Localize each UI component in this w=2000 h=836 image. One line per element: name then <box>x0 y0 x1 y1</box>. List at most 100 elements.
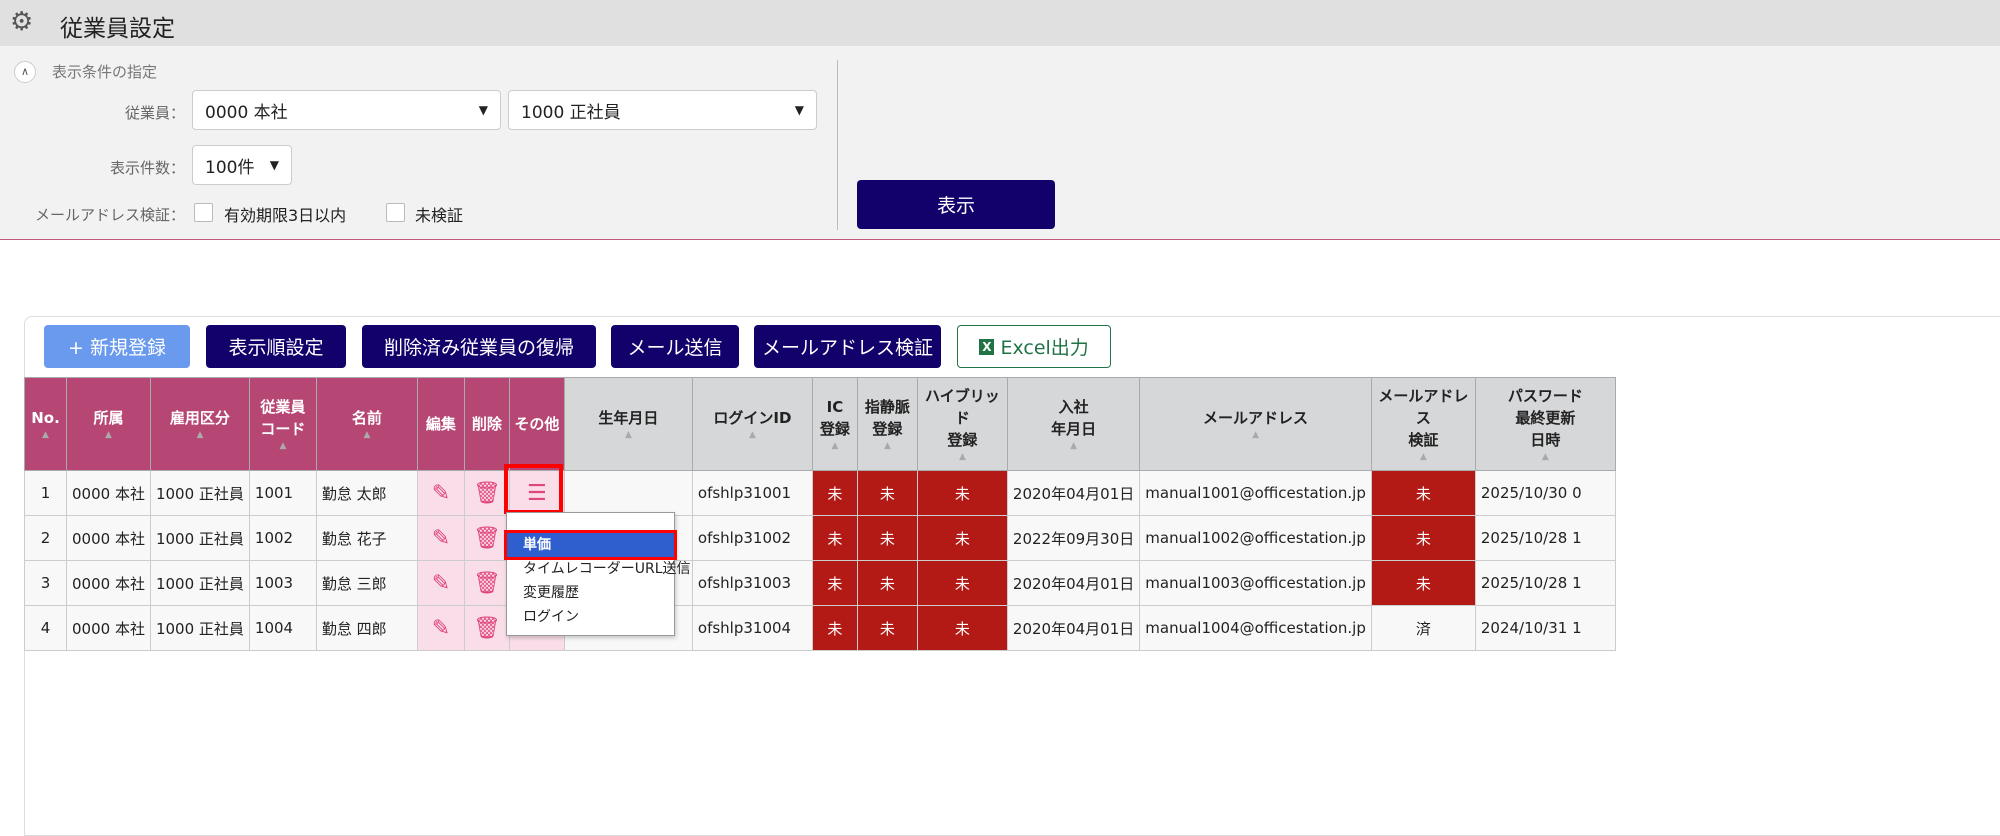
table-row: 40000 本社1000 正社員1004勤怠 四郎✎🗑☰ofshlp31004未… <box>24 605 1616 651</box>
cell-code: 1002 <box>248 515 317 561</box>
collapse-toggle-icon[interactable]: ∧ <box>14 61 36 83</box>
excel-export-button[interactable]: X Excel出力 <box>957 325 1111 368</box>
table-row: 30000 本社1000 正社員1003勤怠 三郎✎🗑☰ofshlp31003未… <box>24 560 1616 606</box>
edit-button[interactable]: ✎ <box>416 515 465 561</box>
chevron-down-icon: ▼ <box>794 103 804 117</box>
col-birth[interactable]: 生年月日 ▲ <box>563 377 693 471</box>
col-name[interactable]: 名前 ▲ <box>315 377 418 471</box>
col-joined[interactable]: 入社 年月日 ▲ <box>1006 377 1141 471</box>
cell-no: 3 <box>24 560 67 606</box>
cell-vein: 未 <box>856 515 918 561</box>
cell-hybrid: 未 <box>916 605 1008 651</box>
employee-table: No. ▲ 所属 ▲ 雇用区分 ▲ 従業員 コード ▲ 名前 ▲ 編集 削除 その他 生年月… <box>24 377 1616 651</box>
pencil-icon: ✎ <box>431 570 451 596</box>
cell-code: 1001 <box>248 470 317 516</box>
cell-office: 0000 本社 <box>66 515 151 561</box>
verify-email-button[interactable]: メールアドレス検証 <box>754 325 941 368</box>
count-label: 表示件数： <box>109 159 185 177</box>
cell-office: 0000 本社 <box>66 560 151 606</box>
show-button[interactable]: 表示 <box>857 180 1055 229</box>
highlight-box <box>504 464 563 514</box>
trash-icon: 🗑 <box>472 570 501 596</box>
unverified-checkbox[interactable] <box>386 203 405 222</box>
cell-code: 1004 <box>248 605 317 651</box>
unverified-checkbox-label[interactable]: 未検証 <box>415 202 463 226</box>
edit-button[interactable]: ✎ <box>416 470 465 516</box>
pencil-icon: ✎ <box>431 615 451 641</box>
edit-button[interactable]: ✎ <box>416 605 465 651</box>
cell-office: 0000 本社 <box>66 470 151 516</box>
cell-ic: 未 <box>811 515 858 561</box>
display-order-button[interactable]: 表示順設定 <box>206 325 346 368</box>
menu-item-history[interactable]: 変更履歴 <box>507 581 674 605</box>
office-select[interactable]: 0000 本社 ▼ <box>192 90 501 130</box>
table-row: 20000 本社1000 正社員1002勤怠 花子✎🗑☰日ofshlp31002… <box>24 515 1616 561</box>
edit-button[interactable]: ✎ <box>416 560 465 606</box>
count-select[interactable]: 100件 ▼ <box>192 145 292 185</box>
cell-login: ofshlp31001 <box>691 470 813 516</box>
col-ic[interactable]: IC 登録 ▲ <box>811 377 858 471</box>
cell-joined: 2020年04月01日 <box>1006 470 1141 516</box>
col-email[interactable]: メールアドレス ▲ <box>1139 377 1372 471</box>
menu-item-unit-price[interactable]: 単価 <box>504 530 677 560</box>
excel-icon: X <box>979 338 995 355</box>
cell-joined: 2020年04月01日 <box>1006 605 1141 651</box>
filter-section-label[interactable]: 表示条件の指定 <box>52 61 157 82</box>
trash-icon: 🗑 <box>472 525 501 551</box>
cell-password: 2025/10/28 1 <box>1474 560 1616 606</box>
delete-button[interactable]: 🗑 <box>463 605 510 651</box>
cell-type: 1000 正社員 <box>149 560 250 606</box>
col-code[interactable]: 従業員 コード ▲ <box>248 377 317 471</box>
excel-export-label: Excel出力 <box>1000 337 1089 359</box>
cell-email: manual1003@officestation.jp <box>1139 560 1372 606</box>
col-verified[interactable]: メールアドレス 検証 ▲ <box>1370 377 1476 471</box>
delete-button[interactable]: 🗑 <box>463 560 510 606</box>
cell-password: 2025/10/28 1 <box>1474 515 1616 561</box>
new-register-button[interactable]: + 新規登録 <box>44 325 190 368</box>
delete-button[interactable]: 🗑 <box>463 515 510 561</box>
col-edit: 編集 <box>416 377 465 471</box>
col-delete: 削除 <box>463 377 510 471</box>
cell-name: 勤怠 四郎 <box>315 605 418 651</box>
col-login[interactable]: ログインID ▲ <box>691 377 813 471</box>
cell-birth <box>563 470 693 516</box>
cell-ic: 未 <box>811 560 858 606</box>
cell-verified: 未 <box>1370 515 1476 561</box>
cell-office: 0000 本社 <box>66 605 151 651</box>
cell-password: 2025/10/30 0 <box>1474 470 1616 516</box>
gear-icon: ⚙ <box>10 7 34 37</box>
menu-item-login[interactable]: ログイン <box>507 605 674 629</box>
menu-item-timerecorder-url[interactable]: タイムレコーダーURL送信 <box>507 557 691 581</box>
col-no[interactable]: No. ▲ <box>24 377 67 471</box>
cell-hybrid: 未 <box>916 515 1008 561</box>
divider <box>837 60 838 230</box>
cell-vein: 未 <box>856 560 918 606</box>
cell-verified: 未 <box>1370 560 1476 606</box>
col-other: その他 <box>508 377 565 471</box>
cell-joined: 2020年04月01日 <box>1006 560 1141 606</box>
send-mail-button[interactable]: メール送信 <box>611 325 739 368</box>
other-menu: 単価 タイムレコーダーURL送信 変更履歴 ログイン <box>504 512 691 636</box>
expiring-checkbox-label[interactable]: 有効期限3日以内 <box>224 202 346 226</box>
col-password[interactable]: パスワード 最終更新 日時 ▲ <box>1474 377 1616 471</box>
cell-verified: 済 <box>1370 605 1476 651</box>
col-office[interactable]: 所属 ▲ <box>66 377 151 471</box>
chevron-down-icon: ▼ <box>269 158 279 172</box>
expiring-checkbox[interactable] <box>194 203 213 222</box>
cell-login: ofshlp31002 <box>691 515 813 561</box>
cell-email: manual1002@officestation.jp <box>1139 515 1372 561</box>
restore-deleted-button[interactable]: 削除済み従業員の復帰 <box>362 325 596 368</box>
col-vein[interactable]: 指静脈 登録 ▲ <box>856 377 918 471</box>
cell-type: 1000 正社員 <box>149 470 250 516</box>
cell-type: 1000 正社員 <box>149 605 250 651</box>
table-row: 1 0000 本社 1000 正社員 1001 勤怠 太郎 ✎ 🗑 ☰ ofshlp31001 未… <box>24 470 1616 516</box>
employment-type-select[interactable]: 1000 正社員 ▼ <box>508 90 817 130</box>
delete-button[interactable]: 🗑 <box>463 470 510 516</box>
pencil-icon: ✎ <box>431 525 451 551</box>
cell-type: 1000 正社員 <box>149 515 250 561</box>
col-hybrid[interactable]: ハイブリッド 登録 ▲ <box>916 377 1008 471</box>
pencil-icon: ✎ <box>431 480 451 506</box>
col-type[interactable]: 雇用区分 ▲ <box>149 377 250 471</box>
cell-password: 2024/10/31 1 <box>1474 605 1616 651</box>
cell-code: 1003 <box>248 560 317 606</box>
